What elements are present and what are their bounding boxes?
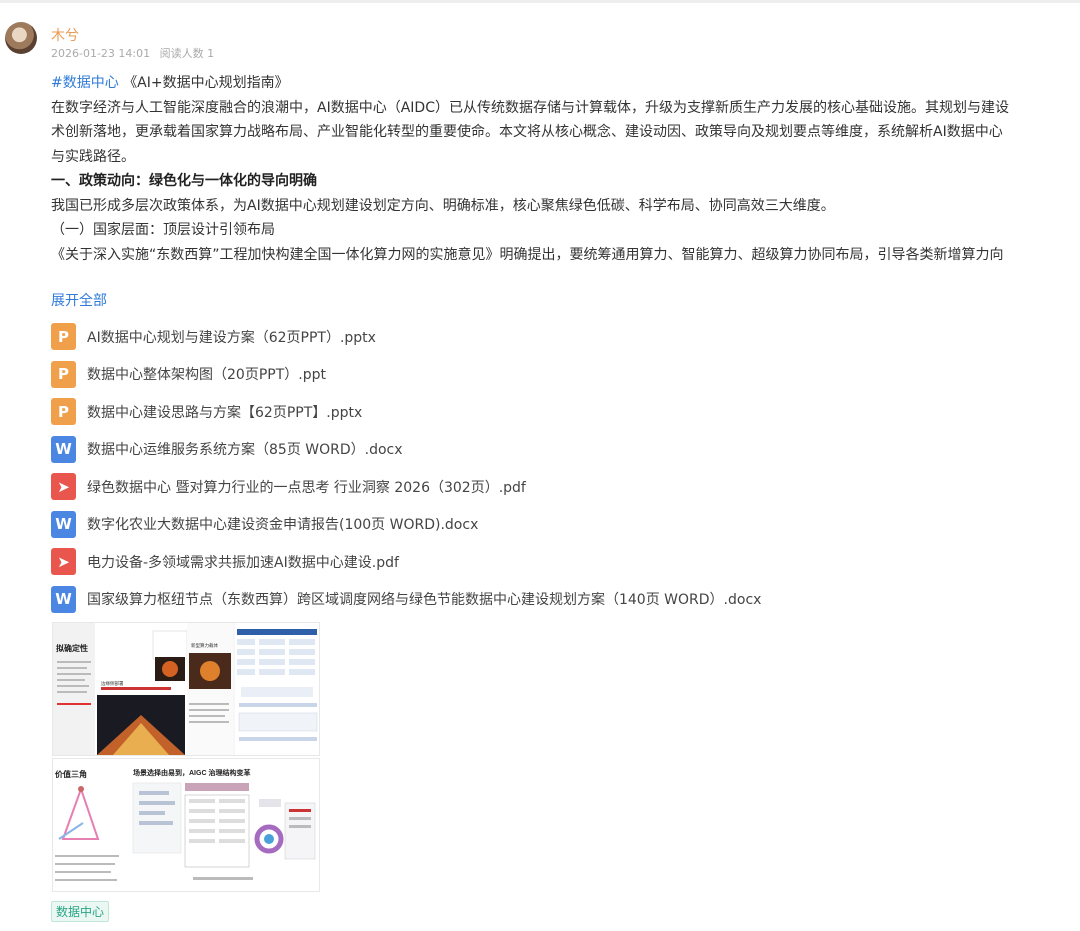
content-fade-overlay: [51, 260, 1080, 282]
attachment-item[interactable]: P AI数据中心规划与建设方案（62页PPT）.pptx: [51, 318, 761, 356]
post-title-line: #数据中心 《AI+数据中心规划指南》: [51, 71, 1080, 96]
attachment-name: AI数据中心规划与建设方案（62页PPT）.pptx: [87, 329, 376, 346]
slide-collage-image: 拟确定性 边缘侧部署 新型算力载体: [53, 623, 319, 755]
slide-heading: 价值三角: [55, 769, 87, 779]
paragraph-line: 在数字经济与人工智能深度融合的浪潮中，AI数据中心（AIDC）已从传统数据存储与…: [51, 99, 1009, 116]
username[interactable]: 木兮: [51, 25, 79, 45]
read-count: 阅读人数 1: [159, 47, 215, 60]
post-meta: 2026-01-23 14:01 阅读人数 1: [51, 45, 220, 61]
word-file-icon: W: [51, 585, 76, 613]
pdf-file-icon: ➤: [51, 473, 76, 501]
section-text: 我国已形成多层次政策体系，为AI数据中心规划建设划定方向、明确标准，核心聚焦绿色…: [51, 197, 835, 214]
post-image-1[interactable]: 拟确定性 边缘侧部署 新型算力载体: [52, 622, 320, 756]
ppt-file-icon: P: [51, 398, 76, 426]
attachment-item[interactable]: ➤ 绿色数据中心 暨对算力行业的一点思考 行业洞察 2026（302页）.pdf: [51, 468, 761, 506]
user-avatar[interactable]: [5, 22, 37, 54]
attachment-name: 数据中心整体架构图（20页PPT）.ppt: [87, 367, 326, 384]
post-title: 《AI+数据中心规划指南》: [123, 75, 289, 91]
subsection-heading: （一）国家层面：顶层设计引领布局: [51, 222, 275, 238]
attachment-name: 数据中心建设思路与方案【62页PPT】.pptx: [87, 404, 363, 421]
word-file-icon: W: [51, 510, 76, 538]
post-image-2[interactable]: 价值三角 场景选择由易到，AIGC 治理结构变革: [52, 758, 320, 892]
slide-caption: 新型算力载体: [191, 642, 218, 649]
slide-caption: 边缘侧部署: [101, 680, 124, 687]
attachment-item[interactable]: W 数字化农业大数据中心建设资金申请报告(100页 WORD).docx: [51, 506, 761, 544]
slide-heading: 拟确定性: [56, 643, 88, 653]
attachment-name: 绿色数据中心 暨对算力行业的一点思考 行业洞察 2026（302页）.pdf: [87, 479, 526, 496]
attachment-item[interactable]: W 国家级算力枢纽节点（东数西算）跨区域调度网络与绿色节能数据中心建设规划方案（1…: [51, 581, 761, 619]
topic-tag[interactable]: 数据中心: [51, 901, 110, 922]
section-heading: 一、政策动向：绿色化与一体化的导向明确: [51, 173, 317, 189]
paragraph-line: 术创新落地，更承载着国家算力战略布局、产业智能化转型的重要使命。本文将从核心概念…: [51, 124, 1003, 140]
attachment-name: 国家级算力枢纽节点（东数西算）跨区域调度网络与绿色节能数据中心建设规划方案（14…: [87, 592, 762, 609]
post-datetime: 2026-01-23 14:01: [51, 47, 151, 60]
attachment-item[interactable]: ➤ 电力设备-多领域需求共振加速AI数据中心建设.pdf: [51, 543, 761, 581]
ppt-file-icon: P: [51, 323, 76, 351]
attachment-item[interactable]: P 数据中心整体架构图（20页PPT）.ppt: [51, 356, 761, 394]
attachment-name: 数据中心运维服务系统方案（85页 WORD）.docx: [87, 442, 403, 459]
expand-all-link[interactable]: 展开全部: [51, 290, 107, 310]
post-content: #数据中心 《AI+数据中心规划指南》 在数字经济与人工智能深度融合的浪潮中，A…: [51, 71, 1080, 267]
attachment-name: 数字化农业大数据中心建设资金申请报告(100页 WORD).docx: [87, 517, 479, 534]
slide-collage-image: 价值三角 场景选择由易到，AIGC 治理结构变革: [53, 759, 319, 891]
paragraph-line: 与实践路径。: [51, 148, 135, 165]
slide-title: 场景选择由易到，AIGC 治理结构变革: [133, 768, 250, 777]
attachment-list: P AI数据中心规划与建设方案（62页PPT）.pptx P 数据中心整体架构图（2…: [51, 318, 761, 618]
word-file-icon: W: [51, 435, 76, 463]
attachment-name: 电力设备-多领域需求共振加速AI数据中心建设.pdf: [87, 554, 399, 571]
hashtag-link[interactable]: #数据中心: [51, 75, 119, 91]
attachment-item[interactable]: P 数据中心建设思路与方案【62页PPT】.pptx: [51, 393, 761, 431]
pdf-file-icon: ➤: [51, 548, 76, 576]
top-divider: [0, 0, 1080, 3]
ppt-file-icon: P: [51, 360, 76, 388]
attachment-item[interactable]: W 数据中心运维服务系统方案（85页 WORD）.docx: [51, 431, 761, 469]
